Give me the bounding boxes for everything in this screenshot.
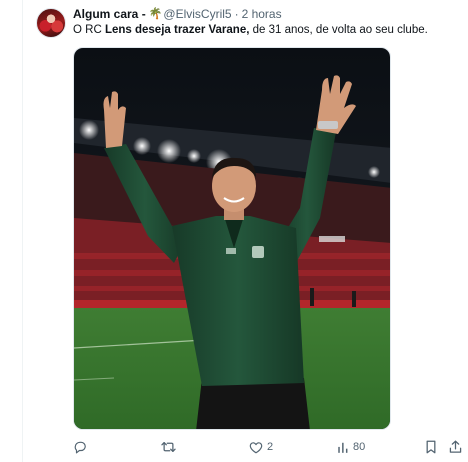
tweet-photo[interactable] (73, 47, 391, 430)
timestamp[interactable]: 2 horas (242, 6, 282, 22)
display-name[interactable]: Algum cara - (73, 6, 146, 22)
timeline-divider (22, 0, 23, 462)
reply-icon (74, 441, 86, 454)
tweet-header: Algum cara - 🌴 @ElvisCyril5 · 2 horas (73, 6, 282, 22)
tweet-text-bold: Lens deseja trazer Varane, (104, 24, 250, 36)
avatar[interactable] (36, 8, 66, 38)
retweet-icon (161, 442, 176, 452)
share-button[interactable] (449, 437, 462, 457)
bookmark-button[interactable] (425, 437, 437, 457)
tweet-card: Algum cara - 🌴 @ElvisCyril5 · 2 horas O … (0, 0, 468, 462)
bookmark-icon (426, 440, 436, 454)
tweet-text-suffix: de 31 anos, de volta ao seu clube. (249, 24, 428, 36)
separator-dot: · (234, 7, 239, 21)
like-button[interactable]: 2 (249, 437, 273, 457)
action-bar: 2 80 (73, 437, 463, 457)
palm-tree-emoji: 🌴 (148, 8, 163, 20)
share-icon (449, 440, 462, 453)
reply-button[interactable] (73, 437, 87, 457)
like-count: 2 (267, 441, 274, 453)
handle[interactable]: @ElvisCyril5 (163, 6, 231, 22)
views-icon (338, 442, 348, 453)
views-button[interactable]: 80 (337, 437, 365, 457)
photo-player-celebrating (74, 48, 390, 429)
tweet-text: O RC Lens deseja trazer Varane, de 31 an… (73, 22, 453, 38)
tweet-text-prefix: O RC (73, 24, 105, 36)
retweet-button[interactable] (161, 437, 176, 457)
views-count: 80 (353, 441, 366, 453)
heart-icon (249, 441, 263, 453)
